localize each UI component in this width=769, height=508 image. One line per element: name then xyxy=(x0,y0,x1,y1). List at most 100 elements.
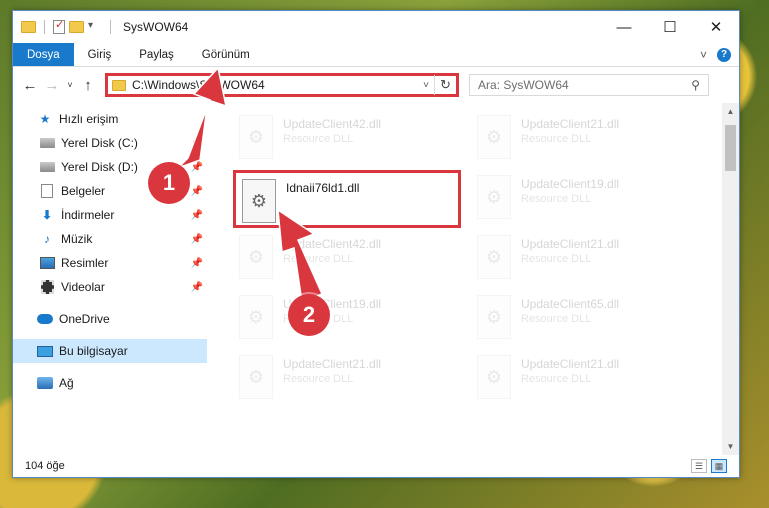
file-name: Idnaii76ld1.dll xyxy=(286,181,360,195)
minimize-button[interactable]: — xyxy=(601,11,647,43)
explorer-window: ▾ SysWOW64 — ☐ ✕ Dosya Giriş Paylaş Görü… xyxy=(12,10,740,478)
tab-home[interactable]: Giriş xyxy=(74,43,126,66)
recent-locations-icon[interactable]: ˅ xyxy=(63,80,77,90)
sidebar-item-label: OneDrive xyxy=(59,312,110,326)
file-name: UpdateClient21.dll xyxy=(521,117,620,131)
sidebar-item-music[interactable]: ♪ Müzik 📌 xyxy=(13,227,207,251)
scroll-up-icon[interactable]: ▲ xyxy=(722,103,739,120)
file-type: Resource DLL xyxy=(521,193,592,205)
cloud-icon xyxy=(37,312,53,326)
dll-file-icon: ⚙ xyxy=(477,175,511,219)
pin-icon[interactable]: 📌 xyxy=(191,282,203,293)
tab-share[interactable]: Paylaş xyxy=(125,43,188,66)
file-type: Resource DLL xyxy=(521,253,592,265)
sidebar-item-videos[interactable]: Videolar 📌 xyxy=(13,275,207,299)
search-placeholder: Ara: SysWOW64 xyxy=(478,78,569,92)
highlighted-dll-file[interactable]: ⚙ Idnaii76ld1.dll xyxy=(233,170,461,228)
list-item[interactable]: ⚙ UpdateClient65.dll Resource DLL xyxy=(473,291,701,347)
search-input[interactable]: Ara: SysWOW64 ⚲ xyxy=(469,74,709,96)
sidebar-item-label: Resimler xyxy=(61,256,109,270)
address-bar[interactable]: C:\Windows\SysWOW64 ˅ ↻ xyxy=(105,73,459,97)
properties-icon[interactable] xyxy=(53,18,65,34)
file-name: UpdateClient65.dll xyxy=(521,297,620,311)
pin-icon[interactable]: 📌 xyxy=(191,210,203,221)
folder-icon xyxy=(21,21,36,33)
expand-ribbon-icon[interactable]: ˅ xyxy=(700,48,707,62)
computer-icon xyxy=(37,344,53,358)
file-name: UpdateClient42.dll xyxy=(283,117,382,131)
help-icon[interactable]: ? xyxy=(717,47,731,62)
title-bar: ▾ SysWOW64 — ☐ ✕ xyxy=(13,11,739,43)
sidebar-item-label: Yerel Disk (D:) xyxy=(61,160,138,174)
customize-toolbar-icon[interactable]: ▾ xyxy=(88,20,102,34)
vertical-scrollbar[interactable]: ▲ ▼ xyxy=(722,103,739,455)
sidebar-item-downloads[interactable]: ⬇ İndirmeler 📌 xyxy=(13,203,207,227)
pictures-icon xyxy=(39,256,55,270)
scroll-down-icon[interactable]: ▼ xyxy=(722,438,739,455)
list-item[interactable]: ⚙ UpdateClient21.dll Resource DLL xyxy=(473,111,701,167)
dll-file-icon: ⚙ xyxy=(239,235,273,279)
toolbar-divider xyxy=(44,20,45,34)
up-arrow-icon[interactable]: ↑ xyxy=(77,77,99,94)
dll-file-icon: ⚙ xyxy=(239,295,273,339)
folder-icon xyxy=(112,79,126,91)
sidebar-item-quick-access[interactable]: ★ Hızlı erişim xyxy=(13,107,207,131)
documents-icon xyxy=(39,184,55,198)
dll-file-icon: ⚙ xyxy=(239,355,273,399)
scrollbar-thumb[interactable] xyxy=(725,125,736,171)
pin-icon[interactable]: 📌 xyxy=(191,186,203,197)
drive-icon xyxy=(39,136,55,150)
pin-icon[interactable]: 📌 xyxy=(191,258,203,269)
search-icon: ⚲ xyxy=(691,78,700,92)
forward-arrow-icon[interactable]: → xyxy=(41,77,63,94)
tab-file[interactable]: Dosya xyxy=(13,43,74,66)
sidebar-item-label: Müzik xyxy=(61,232,93,246)
maximize-button[interactable]: ☐ xyxy=(647,11,693,43)
refresh-icon[interactable]: ↻ xyxy=(434,75,456,95)
file-type: Resource DLL xyxy=(283,373,354,385)
sidebar-item-label: Videolar xyxy=(61,280,105,294)
status-bar: 104 öğe ☰ ▦ xyxy=(13,455,739,477)
list-item[interactable]: ⚙ UpdateClient21.dll Resource DLL xyxy=(473,351,701,407)
step-1-badge: 1 xyxy=(148,162,190,204)
new-folder-icon[interactable] xyxy=(69,21,84,33)
ribbon-tabs: Dosya Giriş Paylaş Görünüm ˅ ? xyxy=(13,43,739,67)
list-item[interactable]: ⚙ UpdateClient21.dll Resource DLL xyxy=(473,231,701,287)
quick-access-toolbar: ▾ xyxy=(21,18,115,34)
sidebar-item-network[interactable]: Ağ xyxy=(13,371,207,395)
details-view-icon[interactable]: ☰ xyxy=(691,459,707,473)
file-type: Resource DLL xyxy=(521,313,592,325)
list-item[interactable]: ⚙ UpdateClient42.dll Resource DLL xyxy=(235,111,463,167)
pin-icon[interactable]: 📌 xyxy=(191,162,203,173)
pin-icon[interactable]: 📌 xyxy=(191,138,203,149)
address-path[interactable]: C:\Windows\SysWOW64 xyxy=(132,78,418,92)
close-button[interactable]: ✕ xyxy=(693,11,739,43)
file-type: Resource DLL xyxy=(521,373,592,385)
ribbon-right-controls: ˅ ? xyxy=(700,43,739,66)
tab-view[interactable]: Görünüm xyxy=(188,43,264,66)
file-list: ⚙ UpdateClient42.dll Resource DLL ⚙ Updat… xyxy=(207,103,739,455)
tiles-view-icon[interactable]: ▦ xyxy=(711,459,727,473)
drive-icon xyxy=(39,160,55,174)
videos-icon xyxy=(39,280,55,294)
item-count: 104 öğe xyxy=(25,460,65,472)
address-dropdown-icon[interactable]: ˅ xyxy=(418,80,434,91)
sidebar-item-label: Yerel Disk (C:) xyxy=(61,136,138,150)
list-item[interactable]: ⚙ UpdateClient21.dll Resource DLL xyxy=(235,351,463,407)
sidebar-item-label: Hızlı erişim xyxy=(59,112,119,126)
back-arrow-icon[interactable]: ← xyxy=(19,77,41,94)
dll-file-icon: ⚙ xyxy=(239,115,273,159)
file-name: UpdateClient21.dll xyxy=(521,357,620,371)
list-item[interactable]: ⚙ UpdateClient42.dll Resource DLL xyxy=(235,231,463,287)
view-switcher: ☰ ▦ xyxy=(691,459,727,473)
file-name: UpdateClient19.dll xyxy=(521,177,620,191)
pin-icon[interactable]: 📌 xyxy=(191,234,203,245)
list-item[interactable]: ⚙ UpdateClient19.dllResource DLL xyxy=(235,291,463,347)
list-item[interactable]: ⚙ UpdateClient19.dll Resource DLL xyxy=(473,171,701,227)
file-type: Resource DLL xyxy=(283,133,354,145)
sidebar-item-local-disk-c[interactable]: Yerel Disk (C:) 📌 xyxy=(13,131,207,155)
sidebar-item-onedrive[interactable]: OneDrive xyxy=(13,307,207,331)
sidebar-item-pictures[interactable]: Resimler 📌 xyxy=(13,251,207,275)
step-2-badge: 2 xyxy=(288,294,330,336)
sidebar-item-this-pc[interactable]: Bu bilgisayar xyxy=(13,339,207,363)
